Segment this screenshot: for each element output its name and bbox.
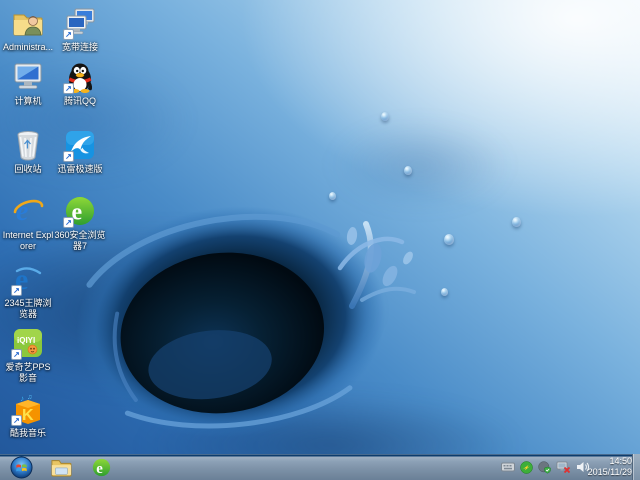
iqiyi-icon: iQIYI ↗	[11, 326, 45, 360]
shortcut-arrow-icon: ↗	[11, 349, 22, 360]
icon-label: Internet Explorer	[2, 230, 54, 251]
water-droplet	[381, 112, 389, 121]
icon-label: 2345王牌浏览器	[4, 298, 52, 319]
qq-penguin-icon: ↗	[63, 60, 97, 94]
taskbar-clock[interactable]: 14:50 2015/11/29	[588, 454, 632, 480]
svg-text:♪: ♪	[20, 394, 24, 403]
desktop-icon-360-browser[interactable]: e ↗ 360安全浏览器7	[54, 194, 106, 252]
taskbar-360-browser[interactable]: e	[86, 455, 116, 479]
explorer-folder-icon	[51, 460, 72, 477]
desktop-icon-qq[interactable]: ↗ 腾讯QQ	[54, 60, 106, 107]
start-button[interactable]	[6, 455, 36, 479]
shortcut-arrow-icon: ↗	[63, 29, 74, 40]
icon-label: 360安全浏览器7	[54, 230, 106, 251]
icon-label: 爱奇艺PPS 影音	[5, 362, 51, 383]
desktop-icon-computer[interactable]: 计算机	[2, 60, 54, 107]
water-droplet	[444, 234, 454, 245]
user-folder-icon	[11, 6, 45, 40]
360-safety-guard-icon[interactable]	[520, 460, 533, 474]
icon-label: 宽带连接	[61, 42, 98, 52]
water-droplet	[441, 288, 448, 296]
thunder-bird-icon: ↗	[63, 128, 97, 162]
desktop-icon-internet-explorer[interactable]: e Internet Explorer	[2, 194, 54, 252]
computer-icon	[11, 60, 45, 94]
water-droplet	[512, 217, 521, 227]
360-browser-icon: e	[92, 458, 110, 476]
icon-label: 酷我音乐	[9, 428, 46, 438]
icon-label: 回收站	[14, 164, 42, 174]
kuwo-music-icon: K ♪ ♫ ↗	[11, 392, 45, 426]
desktop-icon-iqiyi-pps[interactable]: iQIYI ↗ 爱奇艺PPS 影音	[2, 326, 54, 384]
icon-label: Administra...	[2, 42, 53, 52]
security-shield-status-icon[interactable]	[538, 460, 551, 474]
taskbar-windows-explorer[interactable]	[46, 455, 76, 479]
desktop-icon-recycle-bin[interactable]: 回收站	[2, 128, 54, 175]
desktop-icon-broadband-connection[interactable]: ↗ 宽带连接	[54, 6, 106, 53]
shortcut-arrow-icon: ↗	[63, 217, 74, 228]
icon-label: 腾讯QQ	[63, 96, 96, 106]
input-keyboard-icon[interactable]	[501, 462, 515, 472]
recycle-bin-icon	[11, 128, 45, 162]
2345-browser-icon: e ↗	[11, 262, 45, 296]
desktop-icon-thunder[interactable]: ↗ 迅雷极速版	[54, 128, 106, 175]
shortcut-arrow-icon: ↗	[63, 83, 74, 94]
taskbar: e 14:50 2015/11/29	[0, 454, 640, 480]
desktop-icon-administrator[interactable]: Administra...	[2, 6, 54, 53]
water-droplet	[329, 192, 336, 200]
svg-text:e: e	[96, 460, 103, 476]
svg-text:e: e	[16, 196, 28, 227]
360-browser-icon: e ↗	[63, 194, 97, 228]
clock-time: 14:50	[609, 456, 632, 466]
desktop-wallpaper: Administra... ↗ 宽带连接 计算机 ↗ 腾讯QQ 回收站 ↗ 迅雷…	[0, 0, 640, 480]
windows-logo-icon	[9, 455, 33, 479]
two-computers-icon: ↗	[63, 6, 97, 40]
svg-text:♫: ♫	[27, 394, 32, 401]
water-droplet	[404, 166, 412, 175]
water-ripple-shade	[330, 120, 510, 210]
ie-icon: e	[11, 194, 45, 228]
clock-date: 2015/11/29	[587, 467, 632, 477]
shortcut-arrow-icon: ↗	[11, 285, 22, 296]
system-tray	[501, 454, 590, 480]
desktop-icon-kuwo-music[interactable]: K ♪ ♫ ↗ 酷我音乐	[2, 392, 54, 439]
icon-label: 计算机	[14, 96, 42, 106]
svg-text:K: K	[22, 407, 34, 424]
icon-label: 迅雷极速版	[57, 164, 103, 174]
desktop-icon-2345-browser[interactable]: e ↗ 2345王牌浏览器	[2, 262, 54, 320]
shortcut-arrow-icon: ↗	[63, 151, 74, 162]
show-desktop-button[interactable]	[632, 454, 640, 480]
shortcut-arrow-icon: ↗	[11, 415, 22, 426]
network-disconnected-icon[interactable]	[556, 461, 571, 474]
svg-text:iQIYI: iQIYI	[17, 336, 35, 345]
